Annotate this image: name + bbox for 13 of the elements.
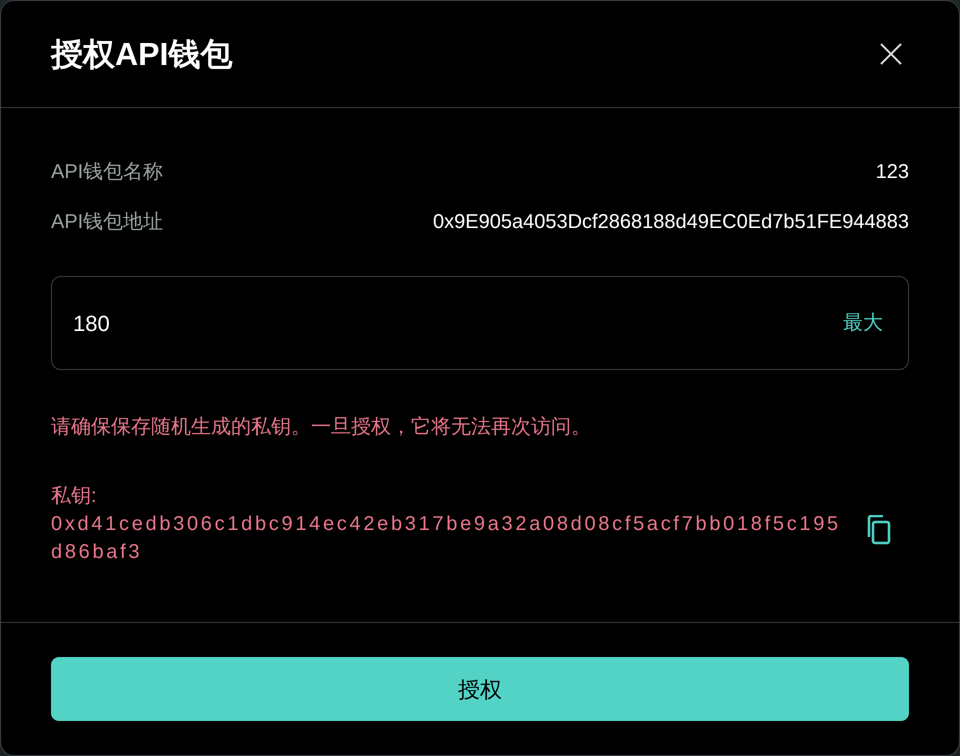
dialog-title: 授权API钱包 (51, 35, 232, 74)
detail-label: API钱包地址 (51, 210, 164, 235)
private-key-value: 0xd41cedb306c1dbc914ec42eb317be9a32a08d08cf5acf7bb018f5c195d86baf3 (51, 512, 842, 565)
authorize-button[interactable]: 授权 (51, 657, 909, 721)
close-icon[interactable] (879, 42, 903, 66)
detail-label: API钱包名称 (51, 160, 164, 185)
private-key-label: 私钥: (51, 484, 98, 509)
detail-value: 123 (876, 160, 909, 185)
amount-field[interactable]: 180 最大 (51, 276, 909, 370)
copy-icon[interactable] (865, 515, 891, 545)
max-button[interactable]: 最大 (843, 308, 883, 338)
warning-text: 请确保保存随机生成的私钥。一旦授权，它将无法再次访问。 (51, 415, 592, 440)
detail-value: 0x9E905a4053Dcf2868188d49EC0Ed7b51FE944883 (433, 210, 909, 235)
